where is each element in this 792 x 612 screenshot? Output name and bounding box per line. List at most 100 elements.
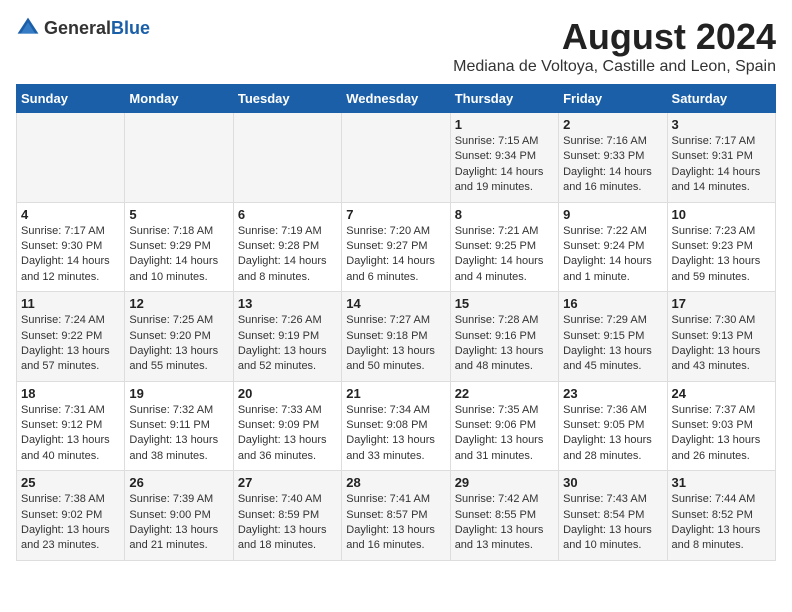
day-number: 13	[238, 296, 337, 311]
cell-info: Sunrise: 7:30 AM Sunset: 9:13 PM Dayligh…	[672, 313, 771, 375]
main-title: August 2024	[453, 16, 776, 58]
logo-blue: Blue	[111, 18, 150, 38]
day-number: 19	[129, 386, 228, 401]
day-number: 7	[346, 207, 445, 222]
day-number: 28	[346, 475, 445, 490]
page-header: GeneralBlue August 2024 Mediana de Volto…	[16, 16, 776, 76]
calendar-cell: 15Sunrise: 7:28 AM Sunset: 9:16 PM Dayli…	[450, 292, 558, 382]
cell-info: Sunrise: 7:33 AM Sunset: 9:09 PM Dayligh…	[238, 403, 337, 465]
col-header-sunday: Sunday	[17, 85, 125, 113]
calendar-cell: 2Sunrise: 7:16 AM Sunset: 9:33 PM Daylig…	[559, 113, 667, 203]
calendar-cell: 31Sunrise: 7:44 AM Sunset: 8:52 PM Dayli…	[667, 471, 775, 561]
day-number: 24	[672, 386, 771, 401]
calendar-cell	[233, 113, 341, 203]
calendar-cell	[125, 113, 233, 203]
day-number: 20	[238, 386, 337, 401]
day-number: 18	[21, 386, 120, 401]
calendar-cell: 18 Sunrise: 7:31 AM Sunset: 9:12 PM Dayli…	[17, 381, 125, 471]
col-header-tuesday: Tuesday	[233, 85, 341, 113]
cell-info: Sunrise: 7:25 AM Sunset: 9:20 PM Dayligh…	[129, 313, 228, 375]
cell-info: Sunrise: 7:29 AM Sunset: 9:15 PM Dayligh…	[563, 313, 662, 375]
day-number: 12	[129, 296, 228, 311]
cell-info: Sunrise: 7:17 AM Sunset: 9:30 PM Dayligh…	[21, 224, 120, 286]
col-header-friday: Friday	[559, 85, 667, 113]
calendar-cell: 6 Sunrise: 7:19 AM Sunset: 9:28 PM Daylig…	[233, 202, 341, 292]
week-row: 1 Sunrise: 7:15 AM Sunset: 9:34 PM Daylig…	[17, 113, 776, 203]
cell-info: Sunrise: 7:39 AM Sunset: 9:00 PM Dayligh…	[129, 492, 228, 554]
calendar-cell: 10Sunrise: 7:23 AM Sunset: 9:23 PM Dayli…	[667, 202, 775, 292]
calendar-body: 1 Sunrise: 7:15 AM Sunset: 9:34 PM Daylig…	[17, 113, 776, 561]
day-number: 3	[672, 117, 771, 132]
cell-info: Sunrise: 7:24 AM Sunset: 9:22 PM Dayligh…	[21, 313, 120, 375]
calendar-cell: 23Sunrise: 7:36 AM Sunset: 9:05 PM Dayli…	[559, 381, 667, 471]
calendar-cell: 13 Sunrise: 7:26 AM Sunset: 9:19 PM Dayli…	[233, 292, 341, 382]
week-row: 11 Sunrise: 7:24 AM Sunset: 9:22 PM Dayli…	[17, 292, 776, 382]
calendar-cell	[17, 113, 125, 203]
calendar-cell: 26Sunrise: 7:39 AM Sunset: 9:00 PM Dayli…	[125, 471, 233, 561]
day-number: 30	[563, 475, 662, 490]
cell-info: Sunrise: 7:26 AM Sunset: 9:19 PM Dayligh…	[238, 313, 337, 375]
day-number: 23	[563, 386, 662, 401]
day-number: 6	[238, 207, 337, 222]
cell-info: Sunrise: 7:44 AM Sunset: 8:52 PM Dayligh…	[672, 492, 771, 554]
day-number: 22	[455, 386, 554, 401]
cell-info: Sunrise: 7:43 AM Sunset: 8:54 PM Dayligh…	[563, 492, 662, 554]
logo-text: GeneralBlue	[44, 18, 150, 39]
calendar-cell: 11 Sunrise: 7:24 AM Sunset: 9:22 PM Dayli…	[17, 292, 125, 382]
calendar-cell: 14 Sunrise: 7:27 AM Sunset: 9:18 PM Dayli…	[342, 292, 450, 382]
column-headers: SundayMondayTuesdayWednesdayThursdayFrid…	[17, 85, 776, 113]
calendar-cell: 30 Sunrise: 7:43 AM Sunset: 8:54 PM Dayli…	[559, 471, 667, 561]
calendar-cell: 24Sunrise: 7:37 AM Sunset: 9:03 PM Dayli…	[667, 381, 775, 471]
day-number: 29	[455, 475, 554, 490]
calendar-cell: 20 Sunrise: 7:33 AM Sunset: 9:09 PM Dayli…	[233, 381, 341, 471]
logo: GeneralBlue	[16, 16, 150, 40]
cell-info: Sunrise: 7:19 AM Sunset: 9:28 PM Dayligh…	[238, 224, 337, 286]
calendar-cell: 25Sunrise: 7:38 AM Sunset: 9:02 PM Dayli…	[17, 471, 125, 561]
calendar-cell: 22 Sunrise: 7:35 AM Sunset: 9:06 PM Dayli…	[450, 381, 558, 471]
day-number: 16	[563, 296, 662, 311]
week-row: 25Sunrise: 7:38 AM Sunset: 9:02 PM Dayli…	[17, 471, 776, 561]
cell-info: Sunrise: 7:27 AM Sunset: 9:18 PM Dayligh…	[346, 313, 445, 375]
calendar-table: SundayMondayTuesdayWednesdayThursdayFrid…	[16, 84, 776, 561]
day-number: 2	[563, 117, 662, 132]
day-number: 15	[455, 296, 554, 311]
day-number: 11	[21, 296, 120, 311]
calendar-cell: 3 Sunrise: 7:17 AM Sunset: 9:31 PM Daylig…	[667, 113, 775, 203]
col-header-saturday: Saturday	[667, 85, 775, 113]
cell-info: Sunrise: 7:35 AM Sunset: 9:06 PM Dayligh…	[455, 403, 554, 465]
cell-info: Sunrise: 7:15 AM Sunset: 9:34 PM Dayligh…	[455, 134, 554, 196]
calendar-cell: 12 Sunrise: 7:25 AM Sunset: 9:20 PM Dayli…	[125, 292, 233, 382]
day-number: 8	[455, 207, 554, 222]
logo-icon	[16, 16, 40, 40]
cell-info: Sunrise: 7:21 AM Sunset: 9:25 PM Dayligh…	[455, 224, 554, 286]
day-number: 1	[455, 117, 554, 132]
day-number: 21	[346, 386, 445, 401]
day-number: 17	[672, 296, 771, 311]
cell-info: Sunrise: 7:17 AM Sunset: 9:31 PM Dayligh…	[672, 134, 771, 196]
day-number: 5	[129, 207, 228, 222]
week-row: 4 Sunrise: 7:17 AM Sunset: 9:30 PM Daylig…	[17, 202, 776, 292]
logo-general: General	[44, 18, 111, 38]
calendar-cell: 29 Sunrise: 7:42 AM Sunset: 8:55 PM Dayli…	[450, 471, 558, 561]
calendar-cell: 16 Sunrise: 7:29 AM Sunset: 9:15 PM Dayli…	[559, 292, 667, 382]
day-number: 14	[346, 296, 445, 311]
week-row: 18 Sunrise: 7:31 AM Sunset: 9:12 PM Dayli…	[17, 381, 776, 471]
calendar-cell: 4 Sunrise: 7:17 AM Sunset: 9:30 PM Daylig…	[17, 202, 125, 292]
calendar-cell: 9Sunrise: 7:22 AM Sunset: 9:24 PM Daylig…	[559, 202, 667, 292]
cell-info: Sunrise: 7:31 AM Sunset: 9:12 PM Dayligh…	[21, 403, 120, 465]
calendar-cell	[342, 113, 450, 203]
col-header-thursday: Thursday	[450, 85, 558, 113]
day-number: 4	[21, 207, 120, 222]
cell-info: Sunrise: 7:23 AM Sunset: 9:23 PM Dayligh…	[672, 224, 771, 286]
cell-info: Sunrise: 7:32 AM Sunset: 9:11 PM Dayligh…	[129, 403, 228, 465]
subtitle: Mediana de Voltoya, Castille and Leon, S…	[453, 58, 776, 76]
cell-info: Sunrise: 7:20 AM Sunset: 9:27 PM Dayligh…	[346, 224, 445, 286]
calendar-cell: 21Sunrise: 7:34 AM Sunset: 9:08 PM Dayli…	[342, 381, 450, 471]
col-header-wednesday: Wednesday	[342, 85, 450, 113]
cell-info: Sunrise: 7:18 AM Sunset: 9:29 PM Dayligh…	[129, 224, 228, 286]
calendar-cell: 1 Sunrise: 7:15 AM Sunset: 9:34 PM Daylig…	[450, 113, 558, 203]
cell-info: Sunrise: 7:42 AM Sunset: 8:55 PM Dayligh…	[455, 492, 554, 554]
title-area: August 2024 Mediana de Voltoya, Castille…	[453, 16, 776, 76]
calendar-cell: 5 Sunrise: 7:18 AM Sunset: 9:29 PM Daylig…	[125, 202, 233, 292]
calendar-cell: 8 Sunrise: 7:21 AM Sunset: 9:25 PM Daylig…	[450, 202, 558, 292]
